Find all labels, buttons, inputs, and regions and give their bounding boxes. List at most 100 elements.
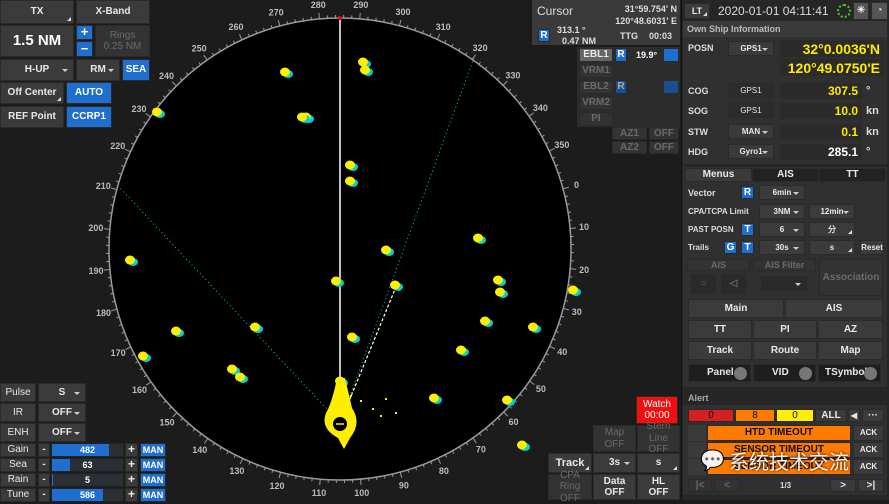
sea-stab-button[interactable]: SEA bbox=[122, 59, 150, 81]
all-alerts-button[interactable]: ALL bbox=[815, 409, 847, 422]
alarm-count[interactable]: 0 bbox=[688, 409, 734, 422]
pi-menu-button[interactable]: PI bbox=[753, 320, 817, 339]
ais-target-icon[interactable]: ○ bbox=[691, 274, 716, 294]
tab-menus[interactable]: Menus bbox=[685, 168, 752, 182]
cpa-ring-button[interactable]: CPA RingOFF bbox=[548, 474, 592, 500]
ebl2-color-swatch[interactable] bbox=[664, 81, 678, 93]
sea-slider[interactable]: 63 bbox=[51, 458, 124, 472]
track-unit-button[interactable]: s bbox=[637, 453, 680, 473]
pulse-select[interactable]: S bbox=[38, 383, 86, 402]
next-page-button[interactable]: > bbox=[830, 479, 856, 492]
trails-select[interactable]: 30s bbox=[759, 240, 805, 255]
vector-select[interactable]: 6min bbox=[759, 185, 805, 200]
cursor-mode-button[interactable]: R bbox=[538, 29, 550, 42]
motion-select[interactable]: RM bbox=[76, 59, 120, 81]
vid-toggle[interactable]: VID bbox=[753, 364, 816, 382]
vrm2-button[interactable]: VRM2 bbox=[579, 96, 613, 110]
warning-count[interactable]: 8 bbox=[735, 409, 775, 422]
range-increase-button[interactable]: + bbox=[76, 25, 93, 40]
hdg-source-select[interactable]: Gyro1 bbox=[728, 144, 774, 159]
past-posn-unit-button[interactable]: 分 bbox=[809, 222, 855, 237]
reset-button[interactable]: Reset bbox=[860, 240, 884, 255]
sea-increase-button[interactable]: + bbox=[125, 458, 138, 472]
track-menu-button[interactable]: Track bbox=[688, 341, 752, 360]
track-interval-select[interactable]: 3s bbox=[593, 453, 636, 473]
trails-unit-button[interactable]: s bbox=[809, 240, 855, 255]
trails-g-button[interactable]: G bbox=[724, 241, 737, 254]
sea-mode-button[interactable]: MAN bbox=[140, 458, 166, 472]
gain-increase-button[interactable]: + bbox=[125, 443, 138, 457]
tt-menu-button[interactable]: TT bbox=[688, 320, 752, 339]
gain-mode-button[interactable]: MAN bbox=[140, 443, 166, 457]
vrm1-button[interactable]: VRM1 bbox=[579, 64, 613, 78]
more-button[interactable]: ··· bbox=[862, 409, 884, 422]
ais-menu-button[interactable]: AIS bbox=[785, 299, 883, 318]
az1-button[interactable]: AZ1 bbox=[612, 127, 647, 140]
map-menu-button[interactable]: Map bbox=[818, 341, 883, 360]
rain-slider[interactable]: 5 bbox=[51, 473, 124, 487]
main-menu-button[interactable]: Main bbox=[688, 299, 784, 318]
tx-button[interactable]: TX bbox=[0, 0, 74, 24]
ref-point-button[interactable]: REF Point bbox=[0, 106, 64, 128]
stw-source-select[interactable]: MAN bbox=[728, 124, 774, 139]
ebl1-mode-button[interactable]: R bbox=[615, 48, 627, 62]
orientation-select[interactable]: H-UP bbox=[0, 59, 74, 81]
ebl2-mode-button[interactable]: R bbox=[615, 80, 627, 94]
trails-t-button[interactable]: T bbox=[741, 241, 754, 254]
map-button[interactable]: MapOFF bbox=[593, 425, 636, 452]
radar-echo bbox=[250, 323, 260, 332]
route-menu-button[interactable]: Route bbox=[753, 341, 817, 360]
prev-page-button[interactable]: < bbox=[714, 479, 740, 492]
past-posn-mode-button[interactable]: T bbox=[741, 223, 754, 236]
ack-button[interactable]: ACK bbox=[853, 425, 884, 441]
ccrp-button[interactable]: CCRP1 bbox=[66, 106, 112, 128]
az2-button[interactable]: AZ2 bbox=[612, 141, 647, 154]
watch-button[interactable]: Watch00:00 bbox=[636, 396, 678, 424]
ebl1-button[interactable]: EBL1 bbox=[579, 48, 613, 62]
sea-decrease-button[interactable]: - bbox=[38, 458, 50, 472]
ais-sleeping-icon[interactable]: ◁ bbox=[721, 274, 746, 294]
az2-state[interactable]: OFF bbox=[649, 141, 679, 154]
gain-decrease-button[interactable]: - bbox=[38, 443, 50, 457]
first-page-button[interactable]: |< bbox=[688, 479, 712, 492]
az-menu-button[interactable]: AZ bbox=[818, 320, 883, 339]
ebl1-color-swatch[interactable] bbox=[664, 49, 678, 61]
data-button[interactable]: DataOFF bbox=[593, 474, 636, 500]
tsymbol-toggle[interactable]: TSymbol bbox=[818, 364, 881, 382]
band-button[interactable]: X-Band bbox=[76, 0, 150, 24]
cursor-bearing: 313.1 ° bbox=[557, 25, 586, 35]
brightness-icon[interactable]: ☀ bbox=[853, 2, 869, 20]
ack-button[interactable]: ACK bbox=[853, 442, 884, 458]
range-decrease-button[interactable]: − bbox=[76, 41, 93, 57]
hl-button[interactable]: HLOFF bbox=[637, 474, 680, 500]
panel-toggle[interactable]: Panel bbox=[688, 364, 751, 382]
association-button[interactable]: Association bbox=[819, 259, 883, 296]
alert-item[interactable]: HTD TIMEOUT bbox=[707, 425, 851, 441]
gain-slider[interactable]: 482 bbox=[51, 443, 124, 457]
stern-line-button[interactable]: SternLine OFF bbox=[637, 425, 680, 452]
vector-mode-button[interactable]: R bbox=[741, 186, 754, 199]
tcpa-select[interactable]: 12min bbox=[809, 204, 855, 219]
mute-icon[interactable]: ◀ bbox=[848, 409, 860, 422]
off-center-button[interactable]: Off Center bbox=[0, 82, 64, 104]
time-mode-button[interactable]: LT bbox=[684, 3, 710, 19]
last-page-button[interactable]: >| bbox=[858, 479, 884, 492]
dimmer-dial-icon[interactable]: ◔ bbox=[871, 2, 888, 20]
rain-increase-button[interactable]: + bbox=[125, 473, 138, 487]
posn-source-select[interactable]: GPS1 bbox=[728, 41, 774, 56]
ais-filter-select[interactable] bbox=[761, 276, 807, 291]
auto-button[interactable]: AUTO bbox=[66, 82, 112, 104]
ack-button[interactable]: ACK bbox=[853, 459, 884, 475]
az1-state[interactable]: OFF bbox=[649, 127, 679, 140]
caution-count[interactable]: 0 bbox=[776, 409, 814, 422]
pi-button[interactable]: PI bbox=[579, 112, 613, 126]
tab-ais[interactable]: AIS bbox=[752, 168, 819, 182]
cpa-select[interactable]: 3NM bbox=[759, 204, 805, 219]
ebl2-button[interactable]: EBL2 bbox=[579, 80, 613, 94]
past-posn-select[interactable]: 6 bbox=[759, 222, 805, 237]
ir-select[interactable]: OFF bbox=[38, 403, 86, 422]
rain-mode-button[interactable]: MAN bbox=[140, 473, 166, 487]
tab-tt[interactable]: TT bbox=[819, 168, 886, 182]
enh-select[interactable]: OFF bbox=[38, 423, 86, 442]
rain-decrease-button[interactable]: - bbox=[38, 473, 50, 487]
